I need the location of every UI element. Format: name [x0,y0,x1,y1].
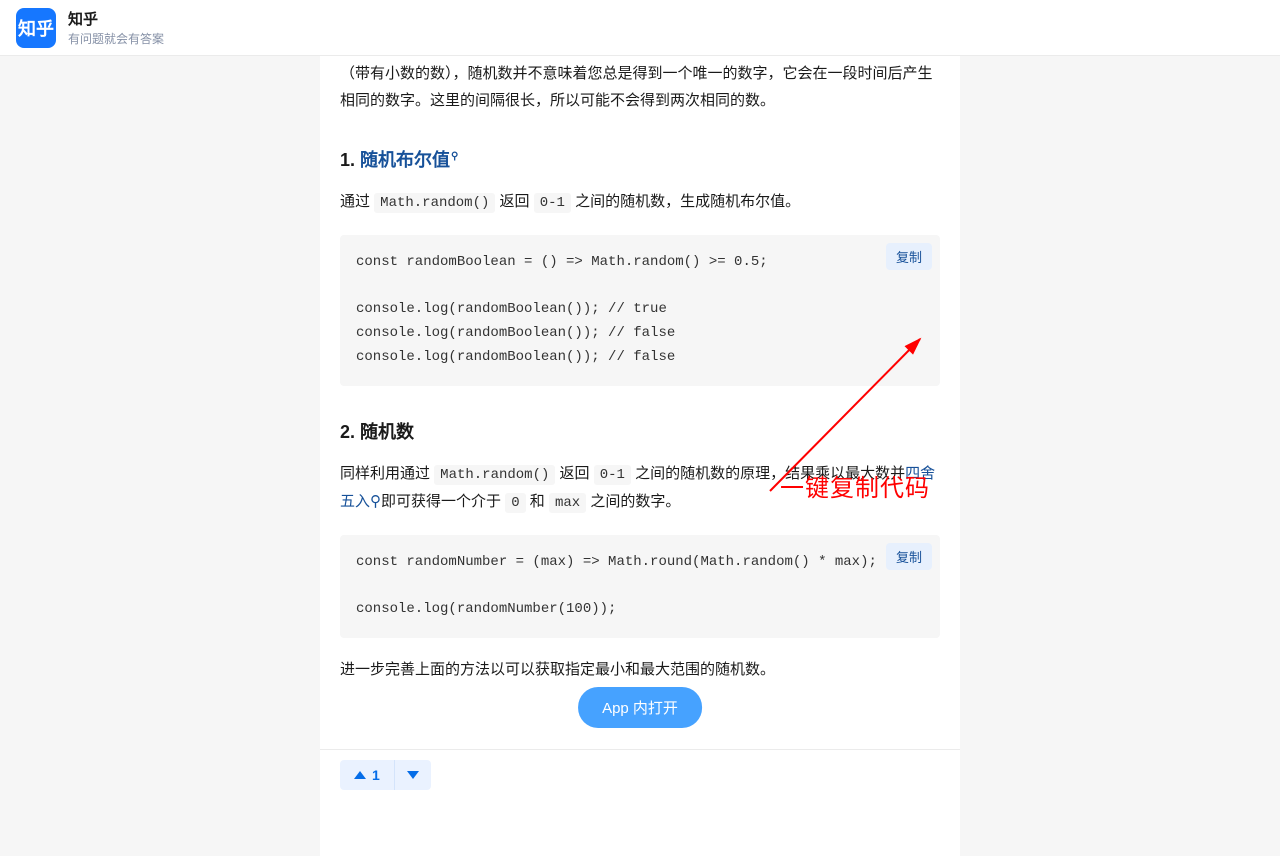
annotation-text: 一键复制代码 [780,468,930,503]
inline-code: Math.random() [374,193,495,213]
section-1-heading: 1. 随机布尔值⚲ [340,146,940,172]
article-content: （带有小数的数），随机数并不意味着您总是得到一个唯一的数字，它会在一段时间后产生… [320,56,960,856]
open-in-app-button[interactable]: App 内打开 [578,687,702,728]
inline-code: 0 [505,493,525,513]
zhihu-logo[interactable]: 知乎 [16,8,56,48]
section-1-number: 1. [340,150,360,170]
code-content: const randomNumber = (max) => Math.round… [356,554,877,618]
search-sup-icon: ⚲ [451,151,458,162]
bottom-action-bar: 1 [320,749,960,800]
logo-text: 知乎 [18,15,54,41]
code-block-1: 复制 const randomBoolean = () => Math.rando… [340,235,940,386]
section-1-title-link[interactable]: 随机布尔值⚲ [360,150,458,170]
section-2-number: 2. [340,422,360,442]
intro-paragraph: （带有小数的数），随机数并不意味着您总是得到一个唯一的数字，它会在一段时间后产生… [340,56,940,114]
inline-code: max [549,493,586,513]
vote-group: 1 [340,760,431,790]
inline-code: 0-1 [594,465,631,485]
section-2-tail: 进一步完善上面的方法以可以获取指定最小和最大范围的随机数。 [340,656,940,685]
inline-code: Math.random() [434,465,555,485]
brand-slogan: 有问题就会有答案 [68,30,164,47]
triangle-up-icon [354,771,366,779]
search-sup-icon: ⚲ [370,493,381,510]
code-block-2: 复制 const randomNumber = (max) => Math.rou… [340,535,940,638]
downvote-button[interactable] [394,760,431,790]
inline-code: 0-1 [534,193,571,213]
section-1-desc: 通过 Math.random() 返回 0-1 之间的随机数，生成随机布尔值。 [340,188,940,217]
section-2-title: 随机数 [360,422,414,442]
copy-button[interactable]: 复制 [886,243,932,270]
copy-button[interactable]: 复制 [886,543,932,570]
upvote-button[interactable]: 1 [340,760,394,790]
brand-name: 知乎 [68,8,164,29]
section-2-heading: 2. 随机数 [340,418,940,444]
vote-count: 1 [372,767,380,783]
brand-block: 知乎 有问题就会有答案 [68,8,164,47]
code-content: const randomBoolean = () => Math.random(… [356,254,768,365]
triangle-down-icon [407,771,419,779]
app-header: 知乎 知乎 有问题就会有答案 [0,0,1280,56]
